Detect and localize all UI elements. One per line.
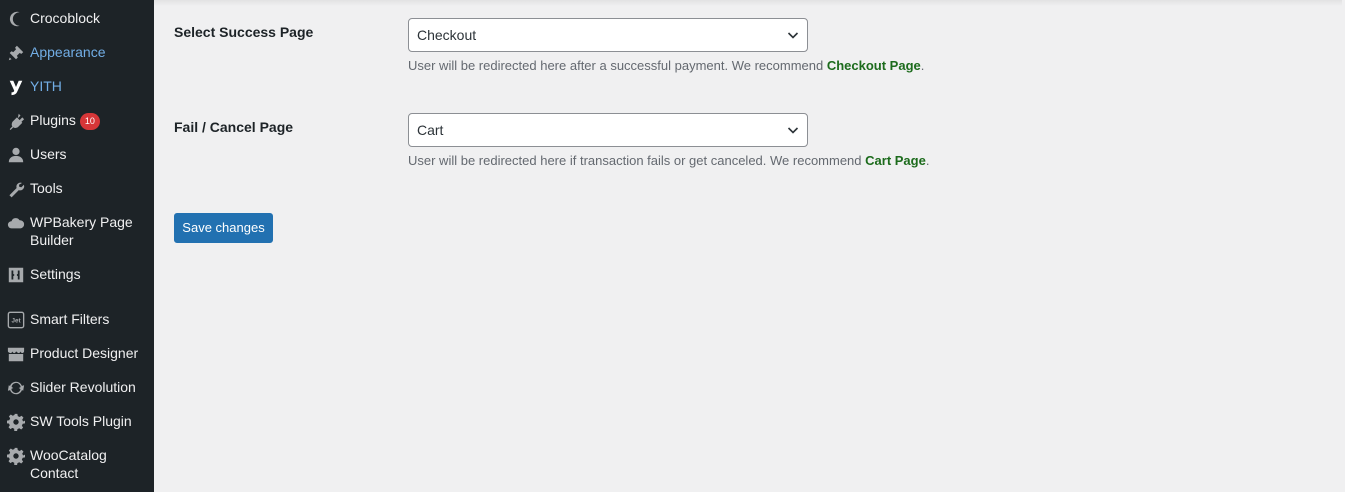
sidebar-item-settings[interactable]: Settings [0, 265, 154, 284]
chevron-down-icon [787, 29, 799, 41]
success-page-label: Select Success Page [174, 24, 314, 40]
sidebar-item-crocoblock[interactable]: Crocoblock [0, 9, 154, 28]
plugin-icon [0, 111, 30, 130]
sidebar-item-users[interactable]: Users [0, 145, 154, 164]
cloud-icon [0, 213, 30, 232]
checkout-page-link[interactable]: Checkout Page [827, 58, 921, 73]
sidebar-item-label: WPBakery Page Builder [30, 214, 133, 248]
crocoblock-icon [0, 9, 30, 28]
sidebar-item-label: Crocoblock [30, 10, 101, 26]
wrench-icon [0, 179, 30, 198]
sliders-icon [0, 265, 30, 284]
fail-page-select[interactable]: Cart [408, 113, 808, 147]
gear-icon [0, 412, 30, 431]
cart-page-link[interactable]: Cart Page [865, 153, 926, 168]
sidebar-item-label: Users [30, 146, 67, 162]
sidebar-item-label: Appearance [30, 44, 106, 60]
sidebar-item-tools[interactable]: Tools [0, 179, 154, 198]
sidebar-item-label: YITH [30, 78, 62, 94]
chevron-down-icon [787, 124, 799, 136]
fail-page-description: User will be redirected here if transact… [408, 153, 930, 168]
user-icon [0, 145, 30, 164]
sidebar-item-label: Smart Filters [30, 311, 110, 327]
success-page-select[interactable]: Checkout [408, 18, 808, 52]
success-page-value: Checkout [417, 27, 477, 43]
sidebar-item-label: Tools [30, 180, 63, 196]
jet-icon: Jet [0, 310, 30, 329]
sidebar-item-yith[interactable]: YITH [0, 77, 154, 96]
sidebar-item-product-designer[interactable]: Product Designer [0, 344, 154, 363]
sidebar-item-plugins[interactable]: Plugins 10 [0, 111, 154, 130]
fail-page-value: Cart [417, 122, 444, 138]
sidebar-item-label: Plugins [30, 112, 76, 128]
gear-icon [0, 446, 30, 465]
sidebar-item-label: Slider Revolution [30, 379, 136, 395]
yith-icon [0, 77, 30, 96]
success-page-description: User will be redirected here after a suc… [408, 58, 925, 73]
sidebar-item-appearance[interactable]: Appearance [0, 43, 154, 62]
brush-icon [0, 43, 30, 62]
sidebar-item-slider-revolution[interactable]: Slider Revolution [0, 378, 154, 397]
svg-text:Jet: Jet [11, 318, 21, 325]
update-count-badge: 10 [79, 113, 100, 130]
panel-top-shadow [154, 0, 1342, 6]
admin-sidebar: Crocoblock Appearance YITH Plugins 10 Use… [0, 0, 154, 492]
sidebar-item-wpbakery[interactable]: WPBakery Page Builder [0, 213, 154, 249]
sidebar-item-label: Product Designer [30, 345, 139, 361]
sidebar-item-label: Settings [30, 266, 81, 282]
sidebar-item-sw-tools-plugin[interactable]: SW Tools Plugin [0, 412, 154, 431]
sidebar-item-woocatalog-contact[interactable]: WooCatalog Contact [0, 446, 154, 482]
store-icon [0, 344, 30, 363]
fail-page-label: Fail / Cancel Page [174, 119, 294, 135]
sidebar-item-label: SW Tools Plugin [30, 413, 132, 429]
refresh-icon [0, 378, 30, 397]
save-changes-button[interactable]: Save changes [174, 213, 273, 243]
sidebar-item-smart-filters[interactable]: Jet Smart Filters [0, 310, 154, 329]
sidebar-item-label: WooCatalog Contact [30, 447, 107, 481]
